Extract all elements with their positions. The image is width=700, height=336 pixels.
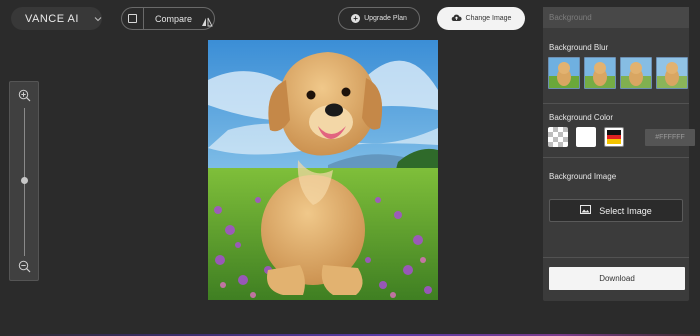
background-color-label: Background Color	[549, 113, 614, 122]
upgrade-label: Upgrade Plan	[364, 15, 407, 22]
upgrade-plan-button[interactable]: + Upgrade Plan	[338, 7, 420, 30]
zoom-control	[9, 81, 39, 281]
background-blur-label: Background Blur	[549, 43, 609, 52]
background-color-options: #FFFFFF	[548, 127, 695, 147]
download-button[interactable]: Download	[549, 267, 685, 290]
divider	[543, 257, 689, 258]
blur-option-4[interactable]	[656, 57, 688, 89]
chevron-down-icon	[93, 14, 103, 24]
blur-option-3[interactable]	[620, 57, 652, 89]
background-blur-options	[548, 57, 688, 89]
select-image-label: Select Image	[599, 205, 652, 216]
select-image-button[interactable]: Select Image	[549, 199, 683, 222]
change-image-label: Change Image	[465, 15, 512, 22]
compare-toggle[interactable]: Compare	[121, 7, 215, 30]
blur-option-1[interactable]	[548, 57, 580, 89]
zoom-in-icon[interactable]	[18, 89, 31, 102]
split-triangle-icon	[201, 14, 213, 26]
divider	[543, 103, 689, 104]
transparent-swatch[interactable]	[548, 127, 568, 147]
hex-color-input[interactable]: #FFFFFF	[645, 128, 695, 146]
background-image-label: Background Image	[549, 172, 617, 181]
zoom-slider-handle[interactable]	[21, 177, 28, 184]
image-icon	[580, 205, 592, 216]
zoom-out-icon[interactable]	[18, 260, 31, 273]
white-swatch[interactable]	[576, 127, 596, 147]
blur-option-2[interactable]	[584, 57, 616, 89]
compare-checkbox[interactable]	[128, 14, 137, 23]
cloud-upload-icon	[451, 13, 462, 24]
change-image-button[interactable]: Change Image	[437, 7, 525, 30]
background-panel: Background Background Blur Background Co…	[543, 7, 695, 301]
plus-circle-icon: +	[351, 14, 361, 23]
edited-photo	[208, 40, 438, 300]
divider	[543, 157, 689, 158]
compare-label: Compare	[155, 13, 193, 24]
panel-title: Background	[543, 7, 689, 28]
brand-logo: VANCE AI	[25, 12, 79, 25]
brand-menu[interactable]: VANCE AI	[11, 7, 102, 30]
color-picker-swatch[interactable]	[604, 127, 624, 147]
